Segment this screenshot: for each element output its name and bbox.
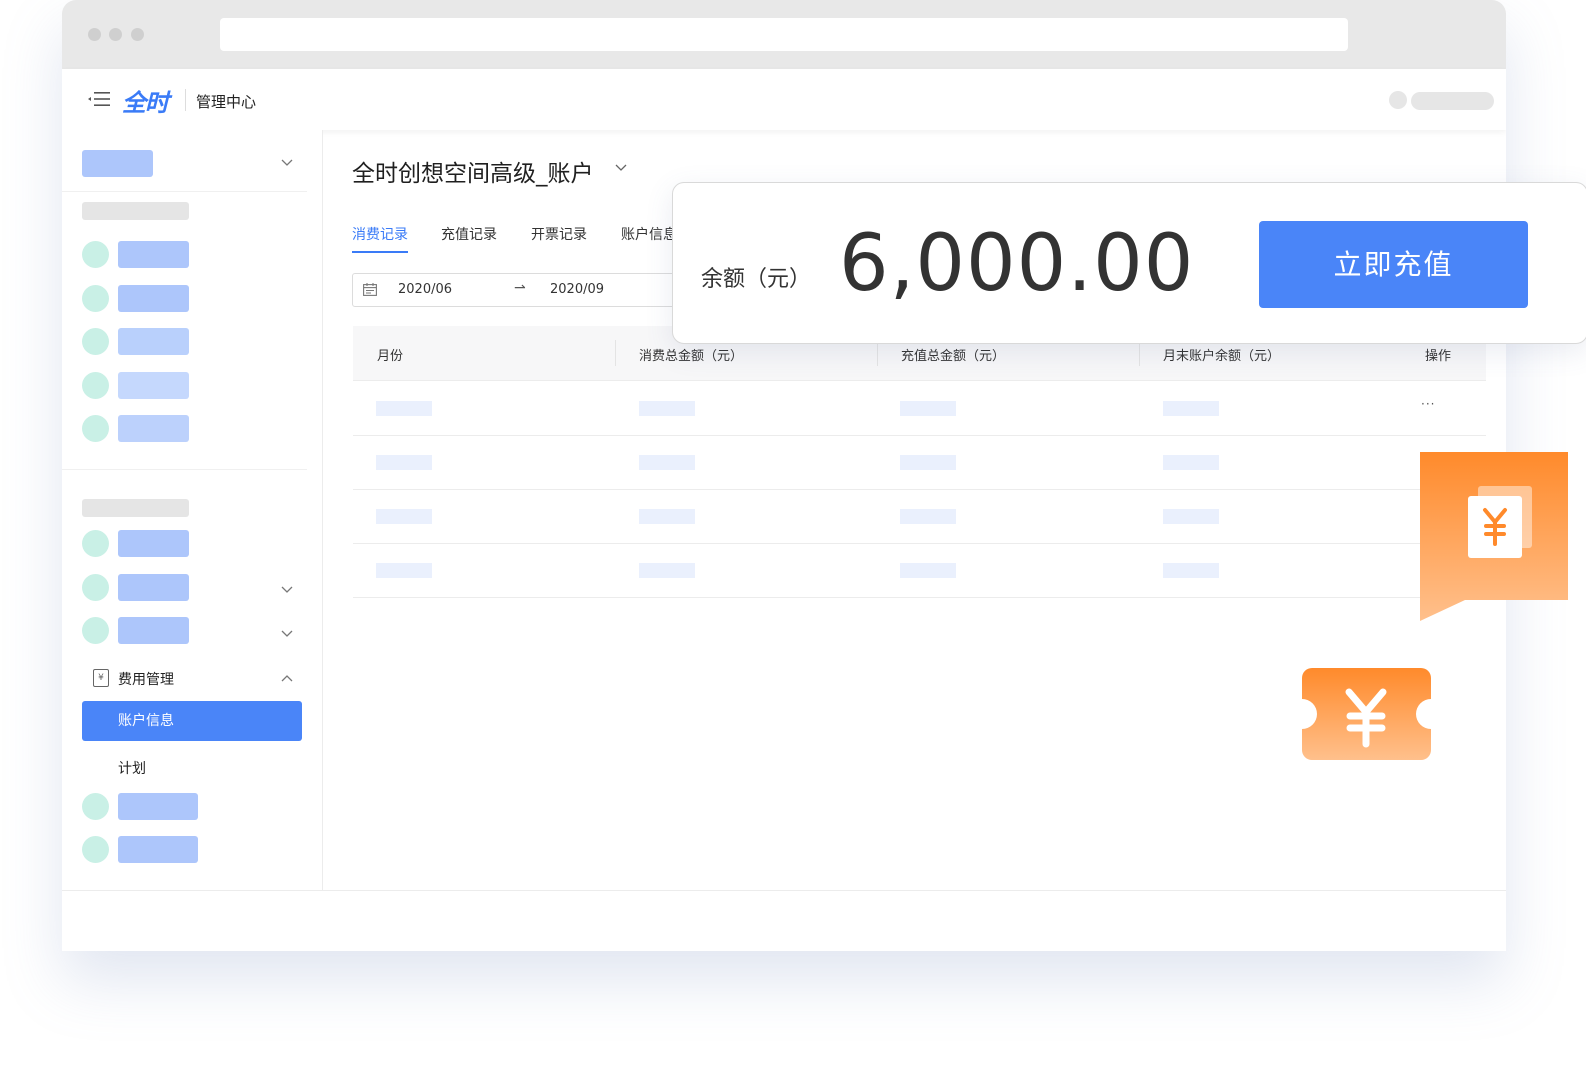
menu-item-icon — [82, 241, 109, 268]
chevron-down-icon[interactable] — [281, 586, 293, 594]
cell-placeholder — [376, 563, 432, 578]
cell-placeholder — [639, 455, 695, 470]
footer-bar — [62, 890, 1506, 951]
column-divider — [615, 340, 616, 366]
section-heading-placeholder — [82, 499, 189, 517]
browser-chrome — [62, 0, 1506, 69]
sidebar-item-placeholder[interactable] — [118, 793, 198, 820]
section-heading-placeholder — [82, 202, 189, 220]
menu-item-icon — [82, 836, 109, 863]
sidebar-item-placeholder[interactable] — [118, 574, 189, 601]
tab-recharge-records[interactable]: 充值记录 — [441, 224, 497, 244]
window-close-dot[interactable] — [88, 28, 101, 41]
column-actions: 操作 — [1425, 349, 1452, 364]
menu-item-icon — [82, 415, 109, 442]
table-row[interactable] — [353, 489, 1486, 544]
menu-item-icon — [82, 793, 109, 820]
cell-placeholder — [1163, 563, 1219, 578]
menu-item-icon — [82, 574, 109, 601]
date-range-picker[interactable]: 2020/06 ⇀ 2020/09 — [352, 273, 714, 307]
window-maximize-dot[interactable] — [131, 28, 144, 41]
yen-receipt-icon — [1420, 452, 1568, 621]
active-tab-indicator — [352, 251, 408, 253]
user-name-placeholder[interactable] — [1411, 92, 1494, 110]
sidebar-item-placeholder[interactable] — [118, 285, 189, 312]
calendar-icon — [363, 283, 377, 296]
menu-collapse-icon[interactable] — [88, 91, 110, 107]
avatar[interactable] — [1389, 91, 1407, 109]
logo[interactable]: 全时 — [122, 83, 169, 118]
app-title: 管理中心 — [196, 93, 257, 111]
sidebar-item-plan[interactable]: 计划 — [118, 758, 146, 778]
date-to-value[interactable]: 2020/09 — [550, 282, 604, 297]
header-divider — [185, 89, 186, 111]
sidebar-item-placeholder[interactable] — [118, 372, 189, 399]
sidebar-item-placeholder[interactable] — [118, 530, 189, 557]
balance-card: 余额（元） 6,000.00 立即充值 — [672, 182, 1586, 344]
range-arrow-icon: ⇀ — [514, 280, 526, 296]
window-minimize-dot[interactable] — [109, 28, 122, 41]
cell-placeholder — [376, 401, 432, 416]
sidebar-item-placeholder[interactable] — [118, 328, 189, 355]
table-row[interactable] — [353, 435, 1486, 490]
sidebar-item-account-info[interactable]: 账户信息 — [82, 701, 302, 741]
cell-placeholder — [639, 401, 695, 416]
cell-placeholder — [900, 563, 956, 578]
cell-placeholder — [1163, 401, 1219, 416]
balance-label: 余额（元） — [701, 267, 812, 292]
sidebar-divider — [62, 469, 307, 470]
address-bar[interactable] — [220, 18, 1348, 51]
sidebar-item-placeholder[interactable] — [118, 836, 198, 863]
sidebar-item-placeholder[interactable] — [118, 415, 189, 442]
account-title[interactable]: 全时创想空间高级_账户 — [352, 154, 594, 188]
table-row[interactable]: ··· — [353, 381, 1486, 436]
browser-window: 全时 管理中心 ¥ 费用管理 账户信息 计划 全时创想空间高级_账户 消费记录 … — [62, 0, 1506, 951]
app-header: 全时 管理中心 — [62, 69, 1506, 130]
sidebar: ¥ 费用管理 账户信息 计划 — [62, 130, 323, 890]
cell-placeholder — [639, 563, 695, 578]
sidebar-item-placeholder[interactable] — [118, 241, 189, 268]
more-actions-icon[interactable]: ··· — [1421, 397, 1435, 411]
chevron-down-icon[interactable] — [281, 630, 293, 638]
cell-placeholder — [639, 509, 695, 524]
sidebar-group-fee-management[interactable]: 费用管理 — [118, 669, 174, 689]
cell-placeholder — [900, 455, 956, 470]
yen-coupon-icon — [1302, 668, 1431, 760]
menu-item-icon — [82, 285, 109, 312]
menu-item-icon — [82, 530, 109, 557]
chevron-up-icon[interactable] — [281, 674, 293, 682]
cell-placeholder — [376, 509, 432, 524]
column-month-end-balance: 月末账户余额（元） — [1163, 349, 1281, 364]
sidebar-divider — [62, 191, 307, 192]
yen-document-icon: ¥ — [93, 669, 109, 687]
cell-placeholder — [900, 509, 956, 524]
cell-placeholder — [1163, 455, 1219, 470]
org-selector-placeholder[interactable] — [82, 150, 153, 177]
sidebar-item-placeholder[interactable] — [118, 617, 189, 644]
date-from-value[interactable]: 2020/06 — [398, 282, 452, 297]
cell-placeholder — [1163, 509, 1219, 524]
tab-account-info[interactable]: 账户信息 — [621, 224, 677, 244]
chevron-down-icon[interactable] — [615, 164, 627, 172]
menu-item-icon — [82, 617, 109, 644]
cell-placeholder — [376, 455, 432, 470]
column-month: 月份 — [377, 349, 404, 364]
tab-consumption-records[interactable]: 消费记录 — [352, 224, 408, 244]
balance-value: 6,000.00 — [839, 219, 1195, 309]
table-row[interactable] — [353, 543, 1486, 598]
cell-placeholder — [900, 401, 956, 416]
chevron-down-icon[interactable] — [281, 159, 293, 167]
menu-item-icon — [82, 372, 109, 399]
recharge-now-button[interactable]: 立即充值 — [1259, 221, 1528, 308]
column-total-consumption: 消费总金额（元） — [639, 349, 744, 364]
column-total-recharge: 充值总金额（元） — [901, 349, 1006, 364]
menu-item-icon — [82, 328, 109, 355]
tab-invoice-records[interactable]: 开票记录 — [531, 224, 587, 244]
